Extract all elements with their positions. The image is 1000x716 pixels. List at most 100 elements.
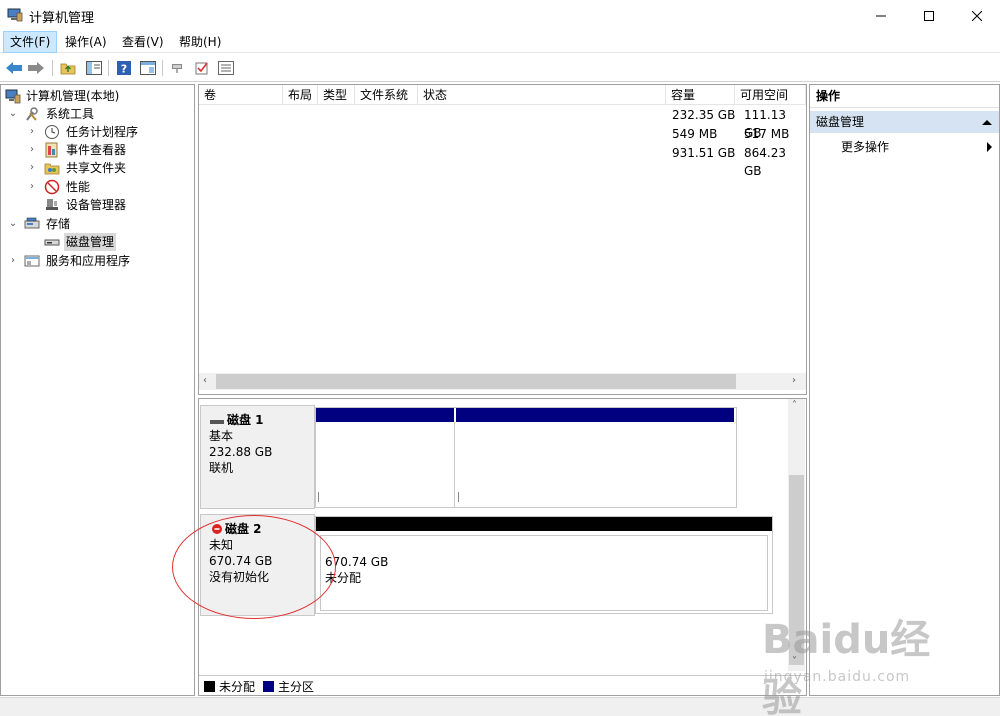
actions-title: 操作 [810,85,999,108]
disk-1-label[interactable]: 磁盘 1 基本 232.88 GB 联机 [200,405,315,509]
column-header-free-space[interactable]: 可用空间 [735,85,806,105]
volume-list: 卷 布局 类型 文件系统 状态 容量 可用空间 232.35 GB 111.13… [198,84,807,395]
tree-item-services-apps[interactable]: › 服务和应用程序 [5,252,193,270]
toolbar: ? [0,54,1000,82]
toolbar-separator [108,60,109,76]
partition-bar-primary[interactable] [456,408,734,422]
tree-label: 计算机管理(本地) [26,89,120,103]
actions-section-label: 磁盘管理 [816,115,865,129]
disk-name: 磁盘 1 [227,413,264,427]
partition-status: 未分配 [325,571,362,585]
list-icon[interactable] [216,58,236,78]
tree-item-shared-folders[interactable]: › 共享文件夹 [5,159,193,177]
minimize-button[interactable] [858,0,904,31]
computer-management-icon [7,8,23,22]
scroll-up-icon[interactable]: ˄ [792,400,797,411]
menu-bar: 文件(F) 操作(A) 查看(V) 帮助(H) [0,31,1000,53]
tree-item-computer-management[interactable]: 计算机管理(本地) [5,87,193,105]
actions-pane: 操作 磁盘管理 更多操作 [809,84,1000,696]
navigation-tree: 计算机管理(本地) ⌄ 系统工具 › 任务计划程序 › 事件查看器 › 共享文件… [0,84,195,696]
column-header-layout[interactable]: 布局 [283,85,318,105]
disk-2-partitions: 670.74 GB 未分配 [315,516,773,614]
column-header-capacity[interactable]: 容量 [666,85,735,105]
table-row[interactable]: 549 MB 517 MB [199,125,806,143]
svg-text:?: ? [121,63,127,76]
vertical-scrollbar[interactable]: ˄ ˅ [788,399,805,671]
free-space-cell: 864.23 GB [744,146,786,178]
disk-1-partitions [315,407,737,508]
scrollbar-thumb[interactable] [789,475,804,665]
menu-action[interactable]: 操作(A) [59,31,113,53]
tree-label: 设备管理器 [66,198,127,212]
disk-type: 未知 [209,538,234,552]
performance-icon [44,179,60,195]
legend: 未分配 主分区 [199,675,806,695]
chevron-right-icon[interactable]: › [27,123,37,141]
disk-type: 基本 [209,429,234,443]
tree-item-system-tools[interactable]: ⌄ 系统工具 [5,105,193,123]
chevron-right-icon[interactable]: › [27,178,37,196]
unallocated-partition[interactable]: 670.74 GB 未分配 [320,535,768,611]
actions-section-disk-management[interactable]: 磁盘管理 [810,111,999,133]
free-space-cell: 517 MB [744,127,790,141]
connect-icon[interactable] [168,58,188,78]
more-actions-label: 更多操作 [841,140,890,154]
menu-help[interactable]: 帮助(H) [173,31,227,53]
disk-icon [209,415,225,425]
horizontal-scrollbar[interactable]: ‹ › [199,373,806,390]
chevron-right-icon[interactable]: › [8,252,18,270]
tools-icon [24,106,40,122]
disk-name: 磁盘 2 [225,522,262,536]
tree-item-device-manager[interactable]: 设备管理器 [5,196,193,214]
tree-label: 磁盘管理 [64,233,117,251]
menu-view[interactable]: 查看(V) [116,31,170,53]
tree-label: 事件查看器 [66,143,127,157]
disk-size: 670.74 GB [209,554,273,568]
scroll-left-icon[interactable]: ‹ [203,375,207,386]
disk-graphical-view: 磁盘 1 基本 232.88 GB 联机 磁盘 2 未知 670.74 GB 没… [198,398,807,696]
column-header-filesystem[interactable]: 文件系统 [355,85,418,105]
scroll-right-icon[interactable]: › [792,375,796,386]
tree-item-task-scheduler[interactable]: › 任务计划程序 [5,123,193,141]
tree-item-disk-management[interactable]: 磁盘管理 [5,233,193,251]
help-icon[interactable]: ? [114,58,134,78]
table-row[interactable]: 232.35 GB 111.13 GB [199,106,806,140]
up-folder-icon[interactable] [58,58,78,78]
back-arrow-icon[interactable] [4,58,24,78]
disk-status: 没有初始化 [209,570,270,584]
show-hide-tree-icon[interactable] [84,58,104,78]
legend-swatch-unallocated [204,681,215,692]
properties-icon[interactable] [138,58,158,78]
menu-file[interactable]: 文件(F) [3,31,58,53]
legend-label-primary: 主分区 [278,680,315,694]
shared-folder-icon [44,160,60,176]
check-icon[interactable] [192,58,212,78]
partition-edge [458,492,459,502]
close-button[interactable] [954,0,1000,31]
column-header-status[interactable]: 状态 [418,85,666,105]
partition-bar-primary[interactable] [316,408,454,422]
scrollbar-thumb[interactable] [216,374,736,389]
chevron-down-icon[interactable]: ⌄ [8,215,18,233]
scroll-down-icon[interactable]: ˅ [792,656,797,667]
capacity-cell: 549 MB [672,127,718,141]
disk-2-label[interactable]: 磁盘 2 未知 670.74 GB 没有初始化 [200,514,315,616]
chevron-right-icon[interactable]: › [27,141,37,159]
tree-item-performance[interactable]: › 性能 [5,178,193,196]
partition-bar-unallocated[interactable] [316,517,772,531]
disk-management-icon [44,234,60,250]
toolbar-separator [52,60,53,76]
tree-item-storage[interactable]: ⌄ 存储 [5,215,193,233]
chevron-down-icon[interactable]: ⌄ [8,105,18,123]
more-actions-item[interactable]: 更多操作 [810,136,999,158]
forward-arrow-icon[interactable] [26,58,46,78]
device-manager-icon [44,197,60,213]
column-header-type[interactable]: 类型 [318,85,355,105]
chevron-right-icon[interactable]: › [27,159,37,177]
table-row[interactable]: 931.51 GB 864.23 GB [199,144,806,178]
tree-label: 性能 [66,180,91,194]
tree-item-event-viewer[interactable]: › 事件查看器 [5,141,193,159]
column-header-volume[interactable]: 卷 [199,85,283,105]
toolbar-separator [162,60,163,76]
maximize-button[interactable] [906,0,952,31]
